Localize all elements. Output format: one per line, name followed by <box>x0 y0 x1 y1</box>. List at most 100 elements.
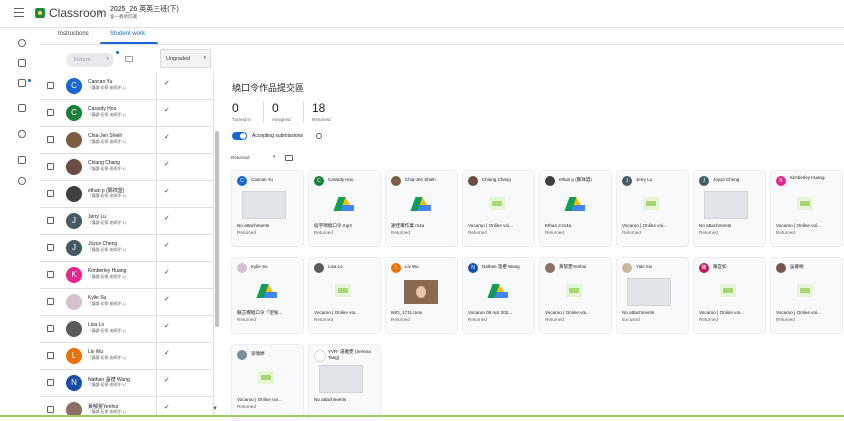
attachment-drive-icon[interactable] <box>336 197 354 211</box>
submission-card[interactable]: Kylie Su 蘇芷嫻繞口令「望兔... Returned <box>231 257 304 334</box>
tab-instructions[interactable]: Instructions <box>58 31 89 37</box>
student-row[interactable]: Lisa Lo 『講讀·初探·老師評·1』 ✓ <box>40 316 213 343</box>
tab-student-work[interactable]: Student work <box>110 31 145 37</box>
submission-card[interactable]: N Nathan 溫禮 Wang Vocaroo 08 Apr 202... Retu… <box>462 257 535 334</box>
submission-card[interactable]: Chia-Jen Shieh 謝佳蓁作業.m4a Returned <box>385 170 458 247</box>
list-scrollbar[interactable] <box>215 131 219 327</box>
row-checkbox[interactable] <box>47 109 54 116</box>
row-checkbox[interactable] <box>47 190 54 197</box>
attachment-drive-icon[interactable] <box>259 284 277 298</box>
submission-card[interactable]: 梁瑀婷 Vocaroo | Online voi... Returned <box>231 344 304 421</box>
row-checkbox[interactable] <box>47 352 54 359</box>
enrolled-icon[interactable] <box>18 79 26 87</box>
home-icon[interactable] <box>18 39 26 47</box>
student-row[interactable]: Kylie Su 『講讀·初探·老師評·1』 ✓ <box>40 289 213 316</box>
avatar <box>314 350 326 362</box>
student-row[interactable]: J Jerry Lu 『講讀·初探·老師評·1』 ✓ <box>40 208 213 235</box>
course-icon[interactable] <box>18 130 26 138</box>
submission-card[interactable]: K Kimberley Huang Vocaroo | Online voi... R… <box>770 170 843 247</box>
submission-card[interactable]: 黃郁雯Yenhui Vocaroo | Online voi... Returned <box>539 257 612 334</box>
main-menu-icon[interactable] <box>14 8 24 17</box>
row-checkbox[interactable] <box>47 298 54 305</box>
attachment-video-thumbnail[interactable] <box>404 280 438 304</box>
card-student-name: Lisa Lo <box>328 264 343 269</box>
settings-icon[interactable] <box>18 177 26 185</box>
submission-card[interactable]: 陳陳宜如 Vocaroo | Online voi... Returned <box>693 257 766 334</box>
check-icon: ✓ <box>164 404 170 411</box>
course-name[interactable]: 2025_26 英英三班(下) <box>110 4 179 14</box>
row-checkbox[interactable] <box>47 379 54 386</box>
returned-filter[interactable]: Returned <box>231 155 250 160</box>
submission-card[interactable]: L Liv Wu IMG_1711.mov Returned <box>385 257 458 334</box>
email-icon[interactable] <box>125 56 133 62</box>
attachment-link-thumbnail[interactable] <box>720 284 736 297</box>
accepting-submissions-toggle[interactable] <box>232 132 247 140</box>
row-checkbox[interactable] <box>47 271 54 278</box>
attachment-link-thumbnail[interactable] <box>797 284 813 297</box>
attachment-link-thumbnail[interactable] <box>797 197 813 210</box>
card-student-name: Jerry Lu <box>636 177 653 182</box>
attachment-link-thumbnail[interactable] <box>566 284 582 297</box>
attachment-name: No attachments <box>699 223 732 228</box>
attachment-link-thumbnail[interactable] <box>258 371 274 384</box>
attachment-link-thumbnail[interactable] <box>335 284 351 297</box>
student-row[interactable]: J Joyce Cheng 『講讀·初探·老師評·1』 ✓ <box>40 235 213 262</box>
grade-filter-select[interactable]: Ungraded ▾ <box>160 49 211 68</box>
student-row[interactable]: N Nathan 溫禮 Wang 『講讀·初探·老師評·1』 ✓ <box>40 370 213 397</box>
student-row[interactable]: C Cancan Yu 『講讀·初探·老師評·1』 ✓ <box>40 73 213 100</box>
attachment-drive-icon[interactable] <box>567 197 585 211</box>
row-checkbox[interactable] <box>47 82 54 89</box>
attachment-name: Vocaroo | Online voi... <box>699 310 744 315</box>
avatar <box>545 263 555 273</box>
student-row[interactable]: 黃郁雯Yenhui 『講讀·初探·老師評·1』 ✓ <box>40 397 213 417</box>
column-divider <box>156 127 157 154</box>
info-icon[interactable] <box>316 133 322 139</box>
attachment-placeholder <box>242 191 286 219</box>
row-checkbox[interactable] <box>47 325 54 332</box>
student-row[interactable]: ethan p (鄭祥盟) 『講讀·初探·老師評·1』 ✓ <box>40 181 213 208</box>
attachment-drive-icon[interactable] <box>490 284 508 298</box>
avatar: K <box>66 267 82 283</box>
scroll-down-icon[interactable]: ▼ <box>212 406 218 412</box>
row-checkbox[interactable] <box>47 217 54 224</box>
turned-in-label: Turned in <box>232 117 251 122</box>
classroom-logo[interactable] <box>35 8 45 18</box>
column-divider <box>156 343 157 370</box>
submission-status: Returned <box>776 230 795 235</box>
submission-card[interactable]: J Joyce Cheng No attachments Returned <box>693 170 766 247</box>
submission-card[interactable]: 吳睿桐 Vocaroo | Online voi... Returned <box>770 257 843 334</box>
row-checkbox[interactable] <box>47 136 54 143</box>
student-row[interactable]: L Liv Wu 『講讀·初探·老師評·1』 ✓ <box>40 343 213 370</box>
attachment-drive-icon[interactable] <box>413 197 431 211</box>
return-button[interactable]: Return ▾ <box>66 53 114 67</box>
row-checkbox[interactable] <box>47 406 54 413</box>
submission-status: Returned <box>776 317 795 322</box>
submission-card[interactable]: Lisa Lo Vocaroo | Online voi... Returned <box>308 257 381 334</box>
calendar-icon[interactable] <box>18 59 26 67</box>
submission-card[interactable]: C Cancan Yu No attachments Returned <box>231 170 304 247</box>
student-row[interactable]: Chiung Chang 『講讀·初探·老師評·1』 ✓ <box>40 154 213 181</box>
attachment-name: No attachments <box>237 223 270 228</box>
submission-card[interactable]: Chiung Chang Vocaroo | Online voi... Retur… <box>462 170 535 247</box>
row-checkbox[interactable] <box>47 244 54 251</box>
submission-card[interactable]: C Cassidy Hou 侯宇晴繞口令.mp3 Returned <box>308 170 381 247</box>
submission-card[interactable]: YVR- 湯雅雯 (Serena Tang) No attachments <box>308 344 381 421</box>
chevron-down-icon[interactable]: ▾ <box>273 154 276 160</box>
card-student-name: 黃郁雯Yenhui <box>559 264 587 269</box>
attachment-link-thumbnail[interactable] <box>643 197 659 210</box>
student-row[interactable]: Chia-Jen Shieh 『講讀·初探·老師評·1』 ✓ <box>40 127 213 154</box>
archived-icon[interactable] <box>18 156 26 164</box>
submission-card[interactable]: J Jerry Lu Vocaroo | Online voi... Returned <box>616 170 689 247</box>
submission-card[interactable]: ethan p (鄭祥盟) Ethan 2.m4a Returned <box>539 170 612 247</box>
avatar <box>66 132 82 148</box>
row-checkbox[interactable] <box>47 163 54 170</box>
attachment-link-thumbnail[interactable] <box>489 197 505 210</box>
submission-card[interactable]: Yuki Sio No attachments Excused <box>616 257 689 334</box>
avatar: J <box>66 213 82 229</box>
folder-icon[interactable] <box>285 155 293 161</box>
student-row[interactable]: C Cassidy Hou 『講讀·初探·老師評·1』 ✓ <box>40 100 213 127</box>
card-student-name: Liv Wu <box>405 264 419 269</box>
to-do-icon[interactable] <box>18 104 26 112</box>
student-row[interactable]: K Kimberley Huang 『講讀·初探·老師評·1』 ✓ <box>40 262 213 289</box>
card-student-name: YVR- 湯雅雯 (Serena Tang) <box>328 349 371 360</box>
